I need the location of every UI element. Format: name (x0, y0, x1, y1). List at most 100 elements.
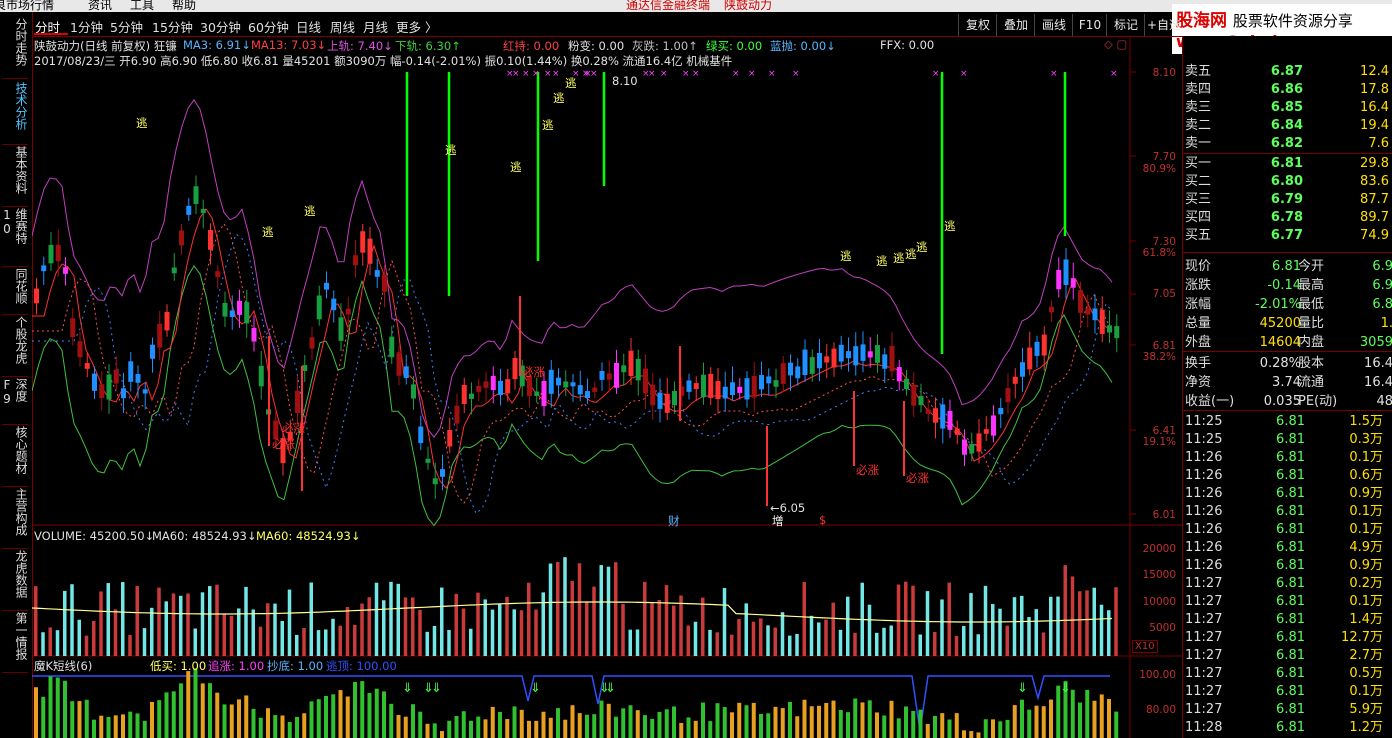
indicator-bar (179, 683, 183, 738)
button-mark[interactable]: 标记 (1106, 14, 1145, 36)
kline-chart-area[interactable]: ⇓ ⇓⇓ ⇓ ⇓⇓ ⇓ ⇓×× × × × × × ××× ×× × × × × × × × × × × × (32, 36, 1182, 738)
tick-row[interactable]: 11:27 6.81 1.4万 (1183, 611, 1392, 629)
candle-body (788, 362, 793, 376)
ask-row[interactable]: 卖四 6.86 17.8 (1183, 81, 1392, 99)
volume-bar (454, 593, 458, 656)
tab-period-week[interactable]: 周线 (330, 17, 355, 36)
menu-help[interactable]: 帮助 (172, 0, 196, 12)
left-tab-theme[interactable]: 核心题材 (2, 426, 28, 487)
menu-tools[interactable]: 工具 (130, 0, 154, 12)
left-tab-dragon[interactable]: 个股龙虎 (2, 316, 28, 377)
volume-bar (84, 635, 89, 656)
tick-row[interactable]: 11:28 6.81 1.2万 (1183, 719, 1392, 737)
tab-period-60min[interactable]: 60分钟 (248, 17, 289, 36)
left-tab-business[interactable]: 主营构成 (2, 488, 28, 549)
candle-body (686, 380, 692, 392)
indicator-bar (846, 712, 850, 738)
tick-price: 6.81 (1276, 558, 1305, 573)
tick-row[interactable]: 11:25 6.81 0.3万 (1183, 431, 1392, 449)
escape-signal: 逃 (905, 247, 917, 261)
volume-bar (759, 618, 763, 656)
ma3-value: MA3: 6.91↓ (183, 38, 251, 52)
left-tab-f9[interactable]: 深度F9 (2, 378, 28, 425)
indicator-bar (708, 721, 713, 738)
quote-row: 净资 3.74 流通 16.4 (1183, 373, 1392, 392)
volume-bar (577, 563, 582, 656)
button-add-favorite[interactable]: +自选 (1144, 14, 1183, 36)
increase-event-marker[interactable]: 增 (772, 513, 784, 529)
menu-market[interactable]: 良市场行情 (0, 0, 54, 12)
volume-bar (679, 595, 683, 656)
indicator-bar (759, 713, 763, 738)
tick-row[interactable]: 11:26 6.81 4.9万 (1183, 539, 1392, 557)
tick-volume: 1.4万 (1349, 612, 1383, 627)
candle-body (780, 363, 786, 385)
logo-text-sub: 股票软件资源分享 (1232, 12, 1353, 30)
bid-row[interactable]: 买一 6.81 29.8 (1183, 155, 1392, 173)
candle-body (722, 386, 728, 399)
order-level-label: 买五 (1185, 228, 1212, 243)
button-draw-line[interactable]: 画线 (1034, 14, 1073, 36)
tab-period-30min[interactable]: 30分钟 (200, 17, 241, 36)
indicator-bar (722, 707, 727, 738)
tick-row[interactable]: 11:26 6.81 0.9万 (1183, 485, 1392, 503)
left-tab-technical[interactable]: 技术分析 (2, 82, 28, 145)
bid-row[interactable]: 买五 6.77 74.9 (1183, 227, 1392, 245)
left-tab-ths[interactable]: 同花顺 (2, 268, 28, 315)
indicator-bar (556, 708, 560, 738)
bid-row[interactable]: 买二 6.80 83.6 (1183, 173, 1392, 191)
tick-row[interactable]: 11:27 6.81 0.2万 (1183, 575, 1392, 593)
ask-row[interactable]: 卖二 6.84 19.4 (1183, 117, 1392, 135)
tick-row[interactable]: 11:27 6.81 0.5万 (1183, 665, 1392, 683)
left-tab-intel[interactable]: 第一情报 (2, 612, 28, 673)
button-overlay[interactable]: 叠加 (996, 14, 1035, 36)
tick-row[interactable]: 11:27 6.81 5.9万 (1183, 701, 1392, 719)
tick-time: 11:27 (1185, 648, 1223, 663)
candle-body (1070, 278, 1076, 288)
tick-row[interactable]: 11:26 6.81 0.6万 (1183, 467, 1392, 485)
tick-row[interactable]: 11:26 6.81 0.1万 (1183, 521, 1392, 539)
chart-corner-icons[interactable]: ◇ ▢ (1104, 37, 1127, 51)
dividend-event-marker[interactable]: $ (819, 513, 826, 527)
ask-row[interactable]: 卖三 6.85 16.4 (1183, 99, 1392, 117)
tab-period-month[interactable]: 月线 (363, 17, 388, 36)
finance-event-marker[interactable]: 财 (668, 513, 680, 529)
tab-period-15min[interactable]: 15分钟 (152, 17, 193, 36)
tick-row[interactable]: 11:25 6.81 1.5万 (1183, 413, 1392, 431)
button-restore-rights[interactable]: 复权 (958, 14, 997, 36)
tab-period-day[interactable]: 日线 (296, 17, 321, 36)
tick-row[interactable]: 11:27 6.81 2.7万 (1183, 647, 1392, 665)
indicator-bar (693, 720, 698, 738)
quote-key: 量比 (1298, 316, 1325, 331)
candle-body (403, 366, 409, 378)
tick-row[interactable]: 11:27 6.81 0.1万 (1183, 683, 1392, 701)
volume-ma60-b: MA60: 48524.93↓ (256, 529, 361, 543)
menu-news[interactable]: 资讯 (88, 0, 112, 12)
tick-row[interactable]: 11:27 6.81 0.1万 (1183, 593, 1392, 611)
candle-body (55, 244, 61, 262)
tab-period-more[interactable]: 更多 〉 (396, 17, 437, 36)
panel-divider (1183, 153, 1392, 154)
left-tab-basic[interactable]: 基本资料 (2, 146, 28, 207)
volume-bar (237, 608, 241, 656)
indicator-bar (360, 681, 365, 738)
left-tab-minute[interactable]: 分时走势 (2, 18, 28, 79)
tab-period-5min[interactable]: 5分钟 (110, 17, 143, 36)
ask-row[interactable]: 卖一 6.82 7.6 (1183, 135, 1392, 153)
tick-row[interactable]: 11:26 6.81 0.1万 (1183, 503, 1392, 521)
ask-row[interactable]: 卖五 6.87 12.4 (1183, 63, 1392, 81)
bid-row[interactable]: 买三 6.79 87.7 (1183, 191, 1392, 209)
tick-volume: 1.2万 (1349, 720, 1383, 735)
tick-row[interactable]: 11:27 6.81 12.7万 (1183, 629, 1392, 647)
left-tab-vista[interactable]: 维赛特10 (2, 208, 28, 267)
left-tab-dragon-data[interactable]: 龙虎数据 (2, 550, 28, 611)
volume-bar (570, 580, 574, 656)
volume-bar (744, 603, 748, 656)
tick-row[interactable]: 11:26 6.81 0.1万 (1183, 449, 1392, 467)
tick-row[interactable]: 11:26 6.81 0.9万 (1183, 557, 1392, 575)
tab-period-1min[interactable]: 1分钟 (70, 17, 103, 36)
volume-bar (534, 609, 538, 656)
candle-body (295, 390, 300, 413)
button-f10[interactable]: F10 (1072, 14, 1107, 36)
bid-row[interactable]: 买四 6.78 89.7 (1183, 209, 1392, 227)
